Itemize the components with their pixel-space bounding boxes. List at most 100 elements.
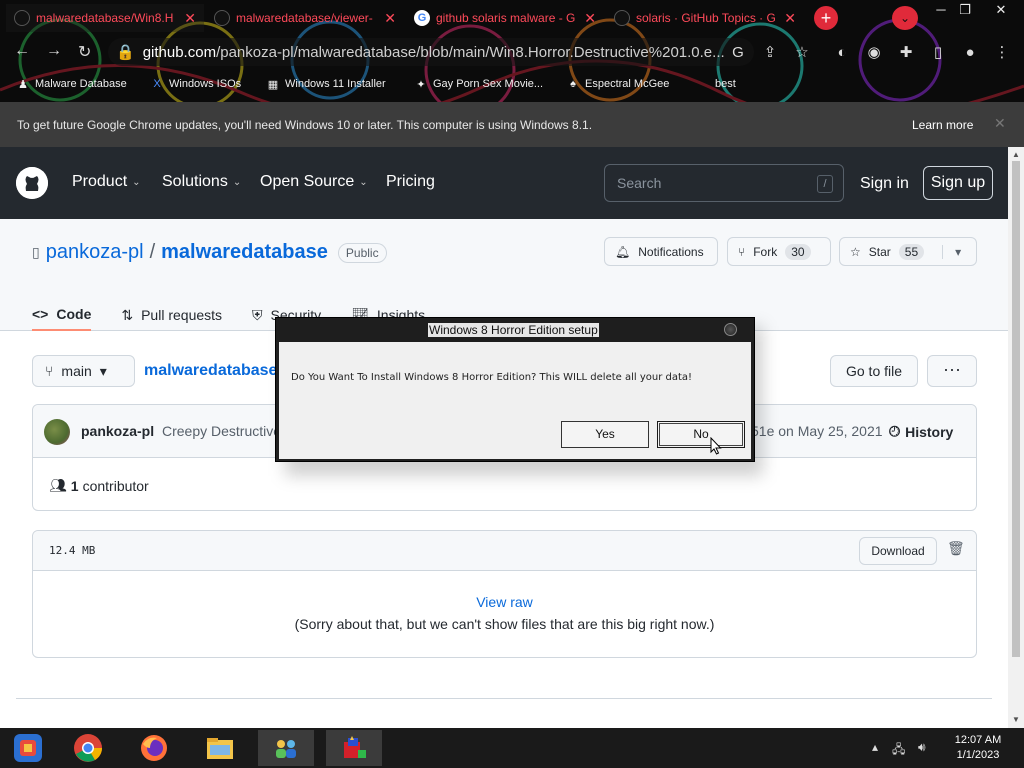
close-icon[interactable]: ✕ (784, 10, 796, 27)
notifications-button[interactable]: 🔔︎ Notifications (604, 237, 718, 266)
nav-solutions[interactable]: Solutions ⌄ (162, 173, 241, 191)
address-bar[interactable]: 🔒 github.com/pankoza-pl/malwaredatabase/… (108, 38, 754, 66)
view-raw-link[interactable]: View raw (33, 594, 976, 610)
commit-author[interactable]: pankoza-pl (81, 423, 154, 439)
download-button[interactable]: Download (859, 537, 937, 565)
network-icon[interactable]: 🖧︎ (892, 740, 905, 761)
bookmark-item[interactable]: ♟ Malware Database (16, 77, 127, 91)
avatar[interactable] (44, 419, 70, 445)
reload-icon[interactable]: ↻ (78, 42, 91, 62)
page-icon (696, 77, 710, 91)
dialog-titlebar[interactable]: Windows 8 Horror Edition setup (276, 318, 754, 342)
repo-name-link[interactable]: malwaredatabase (161, 241, 328, 264)
start-button[interactable] (0, 730, 56, 766)
dialog-body: Do You Want To Install Windows 8 Horror … (279, 342, 751, 459)
scrollbar-thumb[interactable] (1012, 161, 1020, 657)
restore-button[interactable]: ❐ (950, 2, 980, 18)
fork-icon: ⑂ (738, 244, 746, 259)
taskbar-firefox[interactable] (126, 730, 182, 766)
clock[interactable]: 12:07 AM 1/1/2023 (946, 733, 1010, 763)
firefox-icon (141, 735, 167, 761)
fork-button[interactable]: ⑂ Fork 30 (727, 237, 831, 266)
go-to-file-button[interactable]: Go to file (830, 355, 918, 387)
close-window-button[interactable]: ✕ (986, 2, 1016, 18)
bookmark-item[interactable]: best (696, 77, 736, 91)
page-icon: ♠ (570, 78, 576, 90)
search-input[interactable]: Search / (604, 164, 844, 202)
close-icon[interactable]: ✕ (384, 10, 396, 27)
people-app-icon (276, 740, 296, 758)
new-tab-button[interactable]: + (814, 6, 838, 30)
close-icon[interactable]: ✕ (994, 115, 1006, 132)
file-too-big-message: (Sorry about that, but we can't show fil… (294, 616, 715, 632)
github-logo-icon[interactable] (16, 167, 48, 199)
close-icon[interactable]: ✕ (584, 10, 596, 27)
browser-tab[interactable]: malwaredatabase/Win8.H ✕ (6, 4, 204, 32)
browser-tab[interactable]: G github solaris malware - G ✕ (406, 4, 604, 32)
contributors[interactable]: 👥︎ 1 contributor (49, 477, 149, 494)
branch-selector[interactable]: ⑂ main ▾ (32, 355, 135, 387)
lock-icon: 🔒 (116, 44, 135, 61)
tab-title: malwaredatabase/Win8.H (36, 11, 174, 25)
menu-kebab-icon[interactable]: ⋮ (992, 42, 1012, 62)
close-icon[interactable] (724, 323, 737, 336)
clock-time: 12:07 AM (954, 734, 1002, 746)
sign-in-link[interactable]: Sign in (860, 175, 909, 193)
scroll-up-icon[interactable]: ▲ (1012, 150, 1020, 159)
forward-icon[interactable]: → (46, 42, 62, 60)
caret-down-icon: ▾ (99, 362, 107, 379)
nav-pricing[interactable]: Pricing (386, 173, 435, 191)
side-panel-icon[interactable]: ▯ (928, 42, 948, 62)
bookmark-star-icon[interactable]: ☆ (792, 42, 812, 62)
bookmark-item[interactable]: ▦ Windows 11 Installer (266, 77, 386, 91)
github-icon (214, 10, 230, 26)
file-size: 12.4 MB (49, 544, 96, 557)
commit-message[interactable]: Creepy Destructive (162, 423, 281, 439)
show-hidden-icons-icon[interactable]: ▴ (872, 740, 878, 754)
start-icon (14, 734, 42, 762)
url-host: github.com (142, 43, 217, 61)
browser-frame: malwaredatabase/Win8.H ✕ malwaredatabase… (0, 0, 1024, 102)
volume-icon[interactable]: 🔊︎ (918, 740, 926, 755)
google-lens-icon[interactable]: G (728, 42, 748, 62)
share-icon[interactable]: ⇪ (760, 42, 780, 62)
more-options-button[interactable]: ··· (927, 355, 977, 387)
chevron-down-icon[interactable]: ▾ (942, 244, 961, 259)
browser-tab[interactable]: solaris · GitHub Topics · G ✕ (606, 4, 804, 32)
taskbar-file-explorer[interactable] (192, 730, 248, 766)
learn-more-link[interactable]: Learn more (912, 118, 973, 132)
star-icon: ☆ (850, 244, 861, 259)
bookmark-item[interactable]: X Windows ISOs (150, 77, 241, 91)
bookmark-item[interactable]: ✦ Gay Porn Sex Movie... (414, 77, 543, 91)
no-button[interactable]: No (657, 421, 745, 448)
nav-product[interactable]: Product ⌄ (72, 173, 141, 191)
tab-pull-requests[interactable]: ⇅ Pull requests (121, 299, 222, 331)
scroll-down-icon[interactable]: ▼ (1012, 715, 1020, 724)
sign-up-button[interactable]: Sign up (923, 166, 993, 200)
tab-code[interactable]: <> Code (32, 299, 92, 331)
extension-icon[interactable]: ◐ (832, 42, 852, 62)
browser-tab[interactable]: malwaredatabase/viewer- ✕ (206, 4, 404, 32)
repo-header: ▯ pankoza-pl / malwaredatabase Public 🔔︎… (0, 219, 1008, 331)
extension-icon[interactable]: ◉ (864, 42, 884, 62)
file-viewer: 12.4 MB Download 🗑︎ View raw (Sorry abou… (32, 530, 977, 658)
taskbar-chrome[interactable] (60, 730, 116, 766)
taskbar-people[interactable] (258, 730, 314, 766)
tab-search-button[interactable]: ⌄ (892, 6, 918, 30)
tab-title: malwaredatabase/viewer- (236, 11, 373, 25)
page-scrollbar[interactable]: ▲ ▼ (1008, 147, 1024, 728)
breadcrumb[interactable]: malwaredatabase (144, 362, 277, 380)
extensions-puzzle-icon[interactable]: ✚ (896, 42, 916, 62)
taskbar-setup-app[interactable] (326, 730, 382, 766)
page-icon: ▦ (267, 78, 279, 91)
back-icon[interactable]: ← (14, 42, 30, 60)
close-icon[interactable]: ✕ (184, 10, 196, 27)
trash-icon[interactable]: 🗑︎ (947, 540, 965, 557)
bookmark-item[interactable]: ♠ Espectral McGee (566, 77, 669, 91)
yes-button[interactable]: Yes (561, 421, 649, 448)
profile-avatar-icon[interactable]: ● (960, 42, 980, 62)
history-link[interactable]: 🕘︎ History (889, 423, 953, 440)
nav-open-source[interactable]: Open Source ⌄ (260, 173, 368, 191)
repo-owner-link[interactable]: pankoza-pl (46, 241, 144, 264)
star-button[interactable]: ☆ Star 55 ▾ (839, 237, 977, 266)
